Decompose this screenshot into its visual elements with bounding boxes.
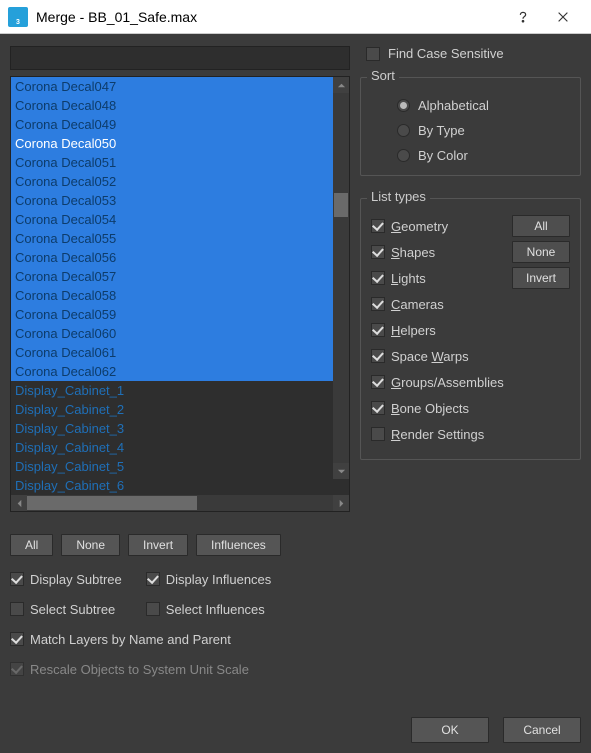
sort-radio-by-color[interactable] <box>397 149 410 162</box>
list-item[interactable]: Corona Decal054 <box>11 210 333 229</box>
window-title: Merge - BB_01_Safe.max <box>36 9 503 25</box>
list-item[interactable]: Corona Decal058 <box>11 286 333 305</box>
rescale-checkbox <box>10 662 24 676</box>
close-button[interactable] <box>543 0 583 34</box>
rescale-label: Rescale Objects to System Unit Scale <box>30 662 249 677</box>
list-item[interactable]: Corona Decal048 <box>11 96 333 115</box>
type-label: Render Settings <box>391 427 570 442</box>
select-subtree-label: Select Subtree <box>30 602 115 617</box>
type-label: Space Warps <box>391 349 570 364</box>
select-influences-label: Select Influences <box>166 602 265 617</box>
sort-label: Alphabetical <box>418 98 489 113</box>
select-none-button[interactable]: None <box>61 534 120 556</box>
help-button[interactable] <box>503 0 543 34</box>
type-label: Bone Objects <box>391 401 570 416</box>
types-invert-button[interactable]: Invert <box>512 267 570 289</box>
hscroll-thumb[interactable] <box>27 496 197 510</box>
scroll-up-button[interactable] <box>333 77 349 93</box>
type-checkbox[interactable] <box>371 219 385 233</box>
select-all-button[interactable]: All <box>10 534 53 556</box>
list-item[interactable]: Display_Cabinet_2 <box>11 400 333 419</box>
horizontal-scrollbar[interactable] <box>11 495 349 511</box>
type-checkbox[interactable] <box>371 245 385 259</box>
app-icon: 3 <box>8 7 28 27</box>
list-item[interactable]: Corona Decal051 <box>11 153 333 172</box>
type-checkbox[interactable] <box>371 375 385 389</box>
vertical-scrollbar[interactable] <box>333 77 349 479</box>
list-item[interactable]: Corona Decal061 <box>11 343 333 362</box>
list-item[interactable]: Corona Decal056 <box>11 248 333 267</box>
list-types-group: List types GeometryAllShapesNoneLightsIn… <box>360 198 581 460</box>
sort-radio-by-type[interactable] <box>397 124 410 137</box>
cancel-button[interactable]: Cancel <box>503 717 581 743</box>
list-item[interactable]: Corona Decal047 <box>11 77 333 96</box>
select-invert-button[interactable]: Invert <box>128 534 188 556</box>
types-all-button[interactable]: All <box>512 215 570 237</box>
list-item[interactable]: Corona Decal052 <box>11 172 333 191</box>
list-item[interactable]: Corona Decal059 <box>11 305 333 324</box>
titlebar: 3 Merge - BB_01_Safe.max <box>0 0 591 34</box>
list-item[interactable]: Corona Decal060 <box>11 324 333 343</box>
list-item[interactable]: Corona Decal057 <box>11 267 333 286</box>
search-input[interactable] <box>10 46 350 70</box>
type-label: Groups/Assemblies <box>391 375 570 390</box>
object-list[interactable]: Corona Decal047Corona Decal048Corona Dec… <box>10 76 350 512</box>
find-case-sensitive-checkbox[interactable] <box>366 47 380 61</box>
scroll-left-button[interactable] <box>11 495 27 511</box>
display-influences-checkbox[interactable] <box>146 572 160 586</box>
type-checkbox[interactable] <box>371 427 385 441</box>
help-icon <box>516 10 530 24</box>
type-checkbox[interactable] <box>371 401 385 415</box>
sort-group-title: Sort <box>367 68 399 83</box>
list-item[interactable]: Corona Decal062 <box>11 362 333 381</box>
display-subtree-checkbox[interactable] <box>10 572 24 586</box>
display-influences-label: Display Influences <box>166 572 272 587</box>
select-subtree-checkbox[interactable] <box>10 602 24 616</box>
type-checkbox[interactable] <box>371 297 385 311</box>
type-label: Lights <box>391 271 506 286</box>
match-layers-checkbox[interactable] <box>10 632 24 646</box>
display-subtree-label: Display Subtree <box>30 572 122 587</box>
list-item[interactable]: Display_Cabinet_4 <box>11 438 333 457</box>
list-item[interactable]: Display_Cabinet_1 <box>11 381 333 400</box>
list-item[interactable]: Corona Decal049 <box>11 115 333 134</box>
type-label: Cameras <box>391 297 570 312</box>
list-item[interactable]: Corona Decal053 <box>11 191 333 210</box>
type-checkbox[interactable] <box>371 271 385 285</box>
list-item[interactable]: Display_Cabinet_6 <box>11 476 333 495</box>
list-item[interactable]: Display_Cabinet_5 <box>11 457 333 476</box>
find-case-sensitive-label: Find Case Sensitive <box>388 46 504 61</box>
type-checkbox[interactable] <box>371 323 385 337</box>
list-item[interactable]: Display_Cabinet_3 <box>11 419 333 438</box>
type-checkbox[interactable] <box>371 349 385 363</box>
close-icon <box>556 10 570 24</box>
ok-button[interactable]: OK <box>411 717 489 743</box>
list-item[interactable]: Corona Decal055 <box>11 229 333 248</box>
types-none-button[interactable]: None <box>512 241 570 263</box>
sort-label: By Type <box>418 123 465 138</box>
sort-group: Sort AlphabeticalBy TypeBy Color <box>360 77 581 176</box>
list-item[interactable]: Corona Decal050 <box>11 134 333 153</box>
select-influences-checkbox[interactable] <box>146 602 160 616</box>
scroll-right-button[interactable] <box>333 495 349 511</box>
type-label: Shapes <box>391 245 506 260</box>
sort-label: By Color <box>418 148 468 163</box>
list-types-title: List types <box>367 189 430 204</box>
match-layers-label: Match Layers by Name and Parent <box>30 632 231 647</box>
scroll-down-button[interactable] <box>333 463 349 479</box>
type-label: Helpers <box>391 323 570 338</box>
type-label: Geometry <box>391 219 506 234</box>
influences-button[interactable]: Influences <box>196 534 281 556</box>
vscroll-thumb[interactable] <box>334 193 348 217</box>
sort-radio-alphabetical[interactable] <box>397 99 410 112</box>
